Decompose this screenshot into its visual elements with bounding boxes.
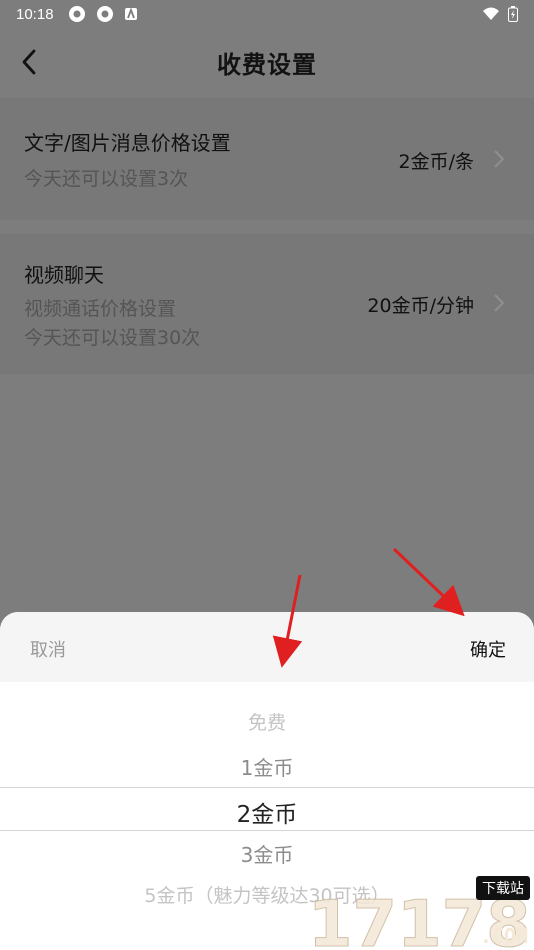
settings-row-value: 2金币/条 bbox=[398, 151, 475, 173]
picker-option[interactable]: 1金币 bbox=[0, 752, 534, 781]
status-bar: 10:18 bbox=[0, 0, 534, 28]
back-arrow-icon bbox=[22, 49, 36, 75]
back-button[interactable] bbox=[14, 45, 44, 79]
settings-row-subtitle: 视频通话价格设置 bbox=[24, 298, 177, 320]
settings-row-title: 视频聊天 bbox=[24, 263, 104, 287]
selection-divider-bottom bbox=[0, 830, 534, 831]
settings-row-subtitle: 今天还可以设置30次 bbox=[24, 327, 201, 349]
wifi-icon bbox=[483, 7, 499, 20]
picker-option-selected[interactable]: 2金币 bbox=[0, 795, 534, 829]
watermark-badge: 下载站 bbox=[476, 876, 530, 900]
confirm-button[interactable]: 确定 bbox=[470, 636, 506, 662]
chevron-right-icon bbox=[494, 150, 505, 168]
nav-bar: 收费设置 bbox=[0, 28, 534, 96]
status-time: 10:18 bbox=[16, 5, 54, 23]
watermark-logo: 17178 下载站 .COM bbox=[300, 870, 534, 950]
app-notification-icon bbox=[96, 6, 113, 22]
cancel-button[interactable]: 取消 bbox=[30, 636, 66, 662]
settings-row-message-price[interactable]: 文字/图片消息价格设置 今天还可以设置3次 2金币/条 bbox=[0, 98, 534, 220]
settings-row-value: 20金币/分钟 bbox=[367, 295, 474, 317]
page-title: 收费设置 bbox=[217, 50, 317, 79]
settings-row-subtitle: 今天还可以设置3次 bbox=[24, 168, 189, 190]
battery-icon bbox=[508, 6, 518, 22]
notification-icons bbox=[68, 5, 138, 23]
picker-option[interactable]: 3金币 bbox=[0, 839, 534, 868]
annotation-arrow bbox=[392, 547, 465, 617]
settings-row-title: 文字/图片消息价格设置 bbox=[24, 131, 231, 155]
picker-option[interactable]: 免费 bbox=[0, 708, 534, 735]
selection-divider-top bbox=[0, 787, 534, 788]
chevron-right-icon bbox=[494, 294, 505, 312]
settings-row-video-chat[interactable]: 视频聊天 视频通话价格设置 今天还可以设置30次 20金币/分钟 bbox=[0, 234, 534, 374]
status-right bbox=[482, 6, 518, 22]
watermark-domain: .COM bbox=[479, 924, 528, 948]
app-notification-icon bbox=[124, 7, 137, 20]
picker-header: 取消 确定 bbox=[0, 612, 534, 682]
app-notification-icon bbox=[68, 6, 85, 22]
